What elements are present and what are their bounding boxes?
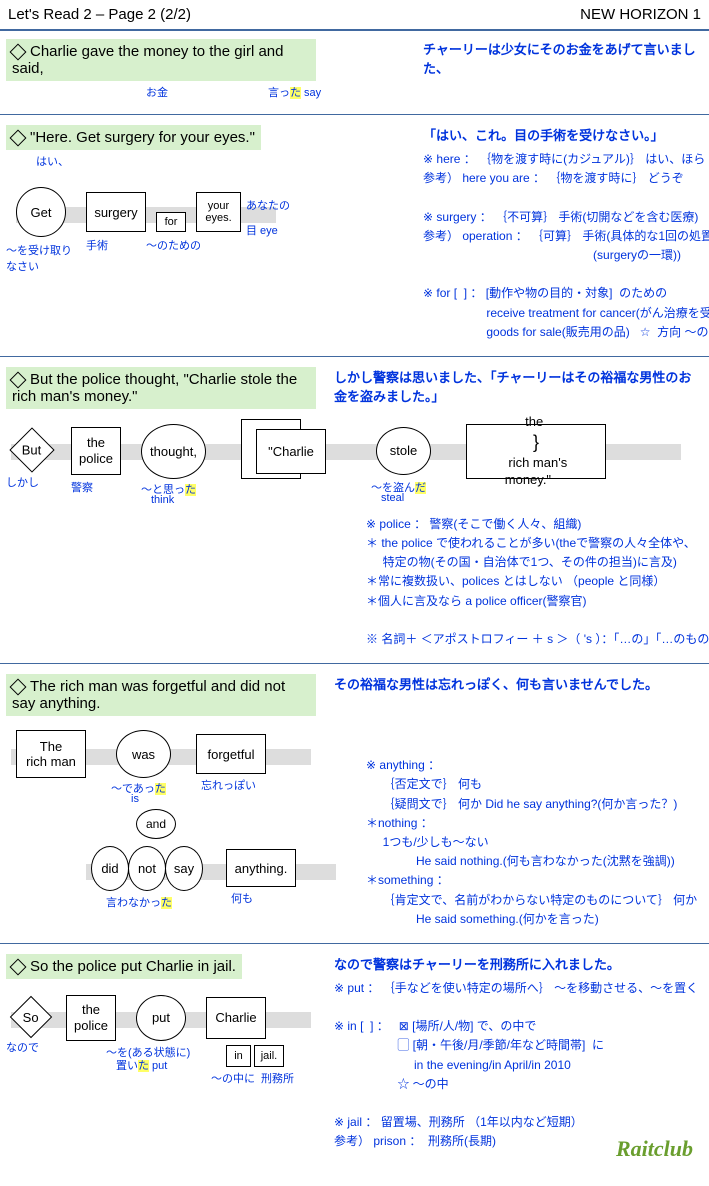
node-surgery: surgery bbox=[86, 192, 146, 232]
node-stole: stole bbox=[376, 427, 431, 475]
node-police-5: the police bbox=[66, 995, 116, 1041]
sentence-1-jp: チャーリーは少女にそのお金をあげて言いました、 bbox=[423, 39, 703, 77]
sentence-5-jp: なので警察はチャーリーを刑務所に入れました。 bbox=[334, 954, 703, 973]
section-5: So the police put Charlie in jail. So なの… bbox=[6, 954, 703, 1172]
sentence-2-en: "Here. Get surgery for your eyes." bbox=[6, 125, 261, 150]
node-say: say bbox=[165, 846, 203, 891]
sentence-3-en: But the police thought, "Charlie stole t… bbox=[6, 367, 316, 409]
page-header: Let's Read 2 – Page 2 (2/2) NEW HORIZON … bbox=[0, 0, 709, 31]
diagram-5: So なので the police put 〜を(ある状態に) 置いた put … bbox=[6, 987, 326, 1097]
node-put: put bbox=[136, 995, 186, 1041]
notes-2: ※ here ： ｛物を渡す時に(カジュアル)｝ はい、ほら参考） here y… bbox=[423, 150, 703, 342]
sentence-5-en: So the police put Charlie in jail. bbox=[6, 954, 242, 979]
node-not: not bbox=[128, 846, 166, 891]
notes-5: ※ put ： ｛手などを使い特定の場所へ｝ 〜を移動させる、〜を置く ※ in… bbox=[334, 979, 703, 1152]
sentence-4-jp: その裕福な男性は忘れっぽく、何も言いませんでした。 bbox=[334, 674, 703, 693]
node-thought: thought, bbox=[141, 424, 206, 479]
logo: Raitclub bbox=[616, 1136, 693, 1162]
node-jail: jail. bbox=[254, 1045, 284, 1067]
sentence-3-jp: しかし警察は思いました、「チャーリーはその裕福な男性のお金を盗みました。」 bbox=[334, 367, 703, 405]
node-charlie-5: Charlie bbox=[206, 997, 266, 1039]
node-did: did bbox=[91, 846, 129, 891]
node-in: in bbox=[226, 1045, 251, 1067]
node-but: But bbox=[9, 427, 54, 472]
diagram-3: But しかし the police 警察 thought, 〜と思った thi… bbox=[6, 419, 686, 509]
node-was: was bbox=[116, 730, 171, 778]
diagram-4: The rich man was 〜であった is forgetful 忘れっぽ… bbox=[6, 724, 346, 924]
header-left: Let's Read 2 – Page 2 (2/2) bbox=[8, 6, 191, 23]
section-1: Charlie gave the money to the girl and s… bbox=[6, 39, 703, 100]
ann-say: 言った say bbox=[268, 84, 321, 100]
node-rich: The rich man bbox=[16, 730, 86, 778]
header-right: NEW HORIZON 1 bbox=[580, 6, 701, 23]
sentence-4-en: The rich man was forgetful and did not s… bbox=[6, 674, 316, 716]
node-forgetful: forgetful bbox=[196, 734, 266, 774]
node-get: Get bbox=[16, 187, 66, 237]
notes-3: ※ police ： 警察(そこで働く人々、組織)＊ the police で使… bbox=[366, 515, 703, 649]
node-your-eyes: youreyes. bbox=[196, 192, 241, 232]
node-and: and bbox=[136, 809, 176, 839]
section-2: "Here. Get surgery for your eyes." はい、 G… bbox=[6, 125, 703, 342]
diagram-2: Get 〜を受け取り なさい surgery 手術 for 〜のための your… bbox=[6, 177, 415, 277]
sentence-2-jp: 「はい、これ。目の手術を受けなさい。」 bbox=[423, 125, 703, 144]
node-so: So bbox=[10, 996, 52, 1038]
node-charlie: "Charlie bbox=[256, 429, 326, 474]
node-for: for bbox=[156, 212, 186, 232]
node-police: the police bbox=[71, 427, 121, 475]
section-3: But the police thought, "Charlie stole t… bbox=[6, 367, 703, 649]
ann-hai: はい、 bbox=[36, 153, 415, 169]
node-anything: anything. bbox=[226, 849, 296, 887]
section-4: The rich man was forgetful and did not s… bbox=[6, 674, 703, 929]
notes-4: ※ anything ： ｛否定文で｝ 何も ｛疑問文で｝ 何か Did he … bbox=[366, 756, 703, 929]
sentence-1-en: Charlie gave the money to the girl and s… bbox=[6, 39, 316, 81]
ann-okane: お金 bbox=[146, 84, 168, 100]
node-richman: the } rich man'smoney." bbox=[466, 424, 606, 479]
